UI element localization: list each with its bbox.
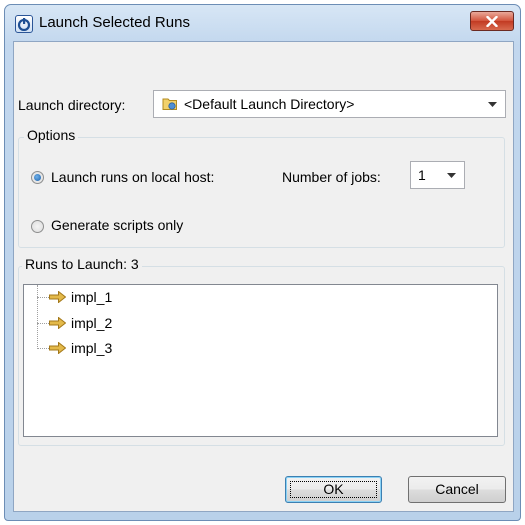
list-item[interactable]: impl_1 xyxy=(49,289,169,307)
runs-list[interactable]: impl_1 impl_2 impl_3 xyxy=(23,284,498,437)
tree-connector xyxy=(37,297,49,298)
close-button[interactable] xyxy=(470,11,514,31)
focus-ring xyxy=(290,481,377,498)
radio-generate-scripts-label[interactable]: Generate scripts only xyxy=(51,217,183,233)
tree-connector xyxy=(37,323,49,324)
list-item[interactable]: impl_2 xyxy=(49,315,169,333)
run-label: impl_3 xyxy=(71,340,113,356)
ok-button[interactable]: OK xyxy=(285,476,382,503)
launch-directory-combo[interactable]: <Default Launch Directory> xyxy=(153,90,506,118)
title-bar[interactable]: Launch Selected Runs xyxy=(5,5,520,41)
cancel-button-label: Cancel xyxy=(435,481,479,497)
tree-connector xyxy=(37,285,38,349)
dialog-content: Launch directory: <Default Launch Direct… xyxy=(13,41,514,512)
launch-directory-value: <Default Launch Directory> xyxy=(184,96,355,112)
tree-connector xyxy=(37,348,49,349)
arrow-right-icon xyxy=(49,342,66,354)
radio-launch-local[interactable] xyxy=(31,171,44,184)
number-of-jobs-value: 1 xyxy=(418,167,426,183)
list-item[interactable]: impl_3 xyxy=(49,340,169,358)
cancel-button[interactable]: Cancel xyxy=(408,476,506,503)
arrow-right-icon xyxy=(49,317,66,329)
run-label: impl_2 xyxy=(71,315,113,331)
arrow-right-icon xyxy=(49,291,66,303)
run-label: impl_1 xyxy=(71,289,113,305)
launch-directory-label: Launch directory: xyxy=(18,97,126,113)
radio-launch-local-label[interactable]: Launch runs on local host: xyxy=(51,169,214,185)
radio-generate-scripts[interactable] xyxy=(31,220,44,233)
close-icon xyxy=(486,16,498,27)
runs-group-title: Runs to Launch: 3 xyxy=(22,256,142,272)
number-of-jobs-select[interactable]: 1 xyxy=(410,161,465,189)
window-title: Launch Selected Runs xyxy=(39,14,190,31)
chevron-down-icon xyxy=(447,173,456,178)
number-of-jobs-label: Number of jobs: xyxy=(282,169,381,185)
options-group-title: Options xyxy=(24,127,79,143)
folder-icon xyxy=(162,96,178,114)
app-icon xyxy=(15,15,33,33)
dialog-window: Launch Selected Runs Launch directory: <… xyxy=(4,4,521,521)
chevron-down-icon xyxy=(488,102,497,107)
